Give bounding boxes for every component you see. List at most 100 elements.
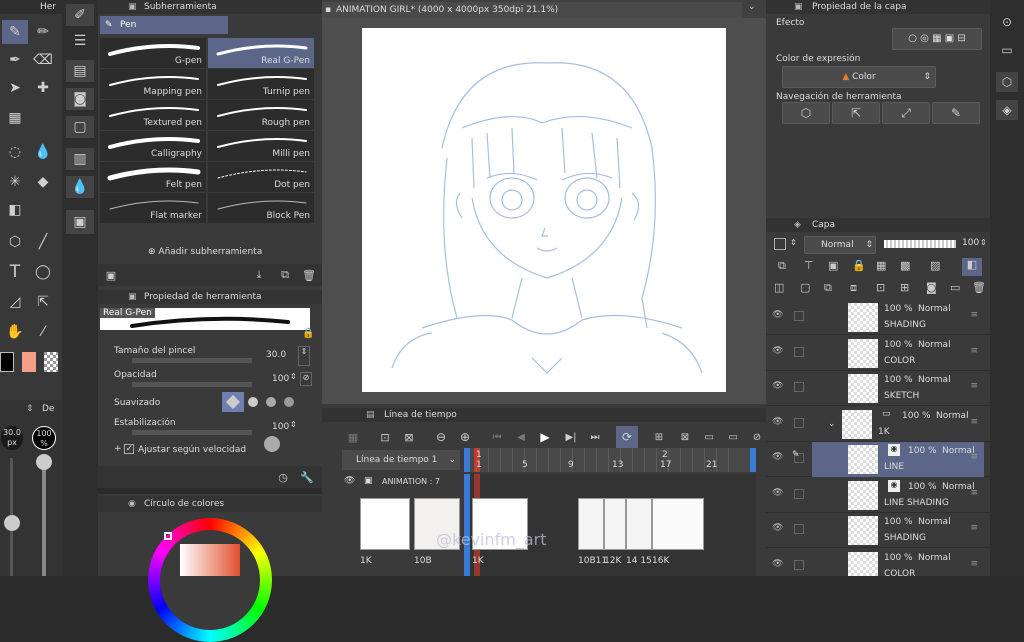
opacity-stepper[interactable]: ⇕: [290, 372, 297, 381]
layer-lock-box[interactable]: [774, 238, 786, 250]
brush-item[interactable]: Mapping pen: [100, 69, 206, 99]
material-icon[interactable]: ◙: [66, 88, 94, 110]
layer-icon[interactable]: ▤: [66, 60, 94, 82]
new-timeline-icon[interactable]: ▦: [344, 428, 362, 446]
nav-object-icon[interactable]: ⬡: [782, 102, 830, 124]
pencil-tool-icon[interactable]: ✏: [30, 20, 56, 44]
folder-icon[interactable]: ▥: [66, 148, 94, 170]
brush-item[interactable]: Turnip pen: [208, 69, 314, 99]
ruler-icon[interactable]: ◿: [2, 290, 28, 314]
expression-select[interactable]: ▲ Color ⇕: [782, 66, 936, 88]
link-icon[interactable]: ▭: [950, 281, 960, 294]
stabilization-field[interactable]: 100: [272, 422, 289, 432]
delete-layer-icon[interactable]: 🗑: [972, 281, 986, 294]
opacity-pressure-icon[interactable]: ⊘: [300, 372, 312, 386]
canvas-tab-chevron-icon[interactable]: ⌄: [748, 2, 756, 12]
transparent-color-swatch[interactable]: [44, 352, 58, 372]
blend-icon[interactable]: 💧: [30, 140, 56, 164]
layer-drag-handle-icon[interactable]: ≡: [970, 346, 978, 356]
loop-icon[interactable]: ⟳: [616, 426, 638, 448]
layer-row[interactable]: 👁 ◉ 100 % Normal LINE SHADING ≡: [766, 478, 990, 513]
new-folder-icon[interactable]: ⧈: [850, 281, 857, 295]
reference-icon[interactable]: ⊤: [804, 259, 814, 272]
frame-ruler[interactable]: 1 2 1 5 9 13 17 21: [464, 448, 756, 472]
gradient-icon[interactable]: ◧: [2, 198, 28, 222]
layer-opacity-value[interactable]: 100: [962, 238, 979, 248]
sub-color-swatch[interactable]: [22, 352, 36, 372]
stabilization-bar[interactable]: [132, 430, 252, 435]
layer-drag-handle-icon[interactable]: ≡: [970, 381, 978, 391]
layer-checkbox[interactable]: [794, 488, 804, 499]
layer-row[interactable]: 👁 ✎ ◉ 100 % Normal LINE ≡: [766, 442, 990, 477]
eyedropper-icon[interactable]: ⁄: [30, 320, 56, 344]
subtool-settings-icon[interactable]: ▣: [102, 266, 120, 284]
nav-pen-icon[interactable]: ✎: [932, 102, 980, 124]
size-panel-tab[interactable]: De: [42, 404, 54, 414]
cel-specify-icon[interactable]: ⊠: [400, 428, 418, 446]
size-slider-knob[interactable]: [4, 515, 20, 531]
brush-item[interactable]: Flat marker: [100, 193, 206, 223]
fountain-pen-icon[interactable]: ✒: [2, 48, 28, 72]
first-frame-icon[interactable]: ⏮: [488, 428, 506, 446]
layer-eye-icon[interactable]: 👁: [772, 559, 783, 569]
layer-row[interactable]: 👁 100 % Normal SHADING ≡: [766, 300, 990, 335]
layer-row[interactable]: 👁 100 % Normal COLOR ≡: [766, 549, 990, 576]
brush-item[interactable]: Milli pen: [208, 131, 314, 161]
operation-icon[interactable]: ⇱: [30, 290, 56, 314]
main-color-swatch[interactable]: [0, 352, 14, 372]
brush-size-bar[interactable]: [132, 358, 252, 363]
new-vector-icon[interactable]: ⧉: [824, 281, 832, 295]
line-tool-icon[interactable]: ╱: [30, 230, 56, 254]
subtool-group-tab[interactable]: ✎ Pen: [100, 16, 228, 34]
cel-thumb-1[interactable]: [360, 498, 410, 550]
mask-icon[interactable]: ▩: [900, 259, 910, 272]
smoothing-option-4[interactable]: [284, 397, 294, 407]
brush-size-stepper[interactable]: ⇕: [298, 346, 310, 366]
ruler-layer-icon[interactable]: ▨: [930, 259, 940, 272]
timeline-name-select[interactable]: Línea de tiempo 1 ⌄: [342, 450, 460, 470]
brush-icon[interactable]: ✐: [66, 4, 94, 26]
opacity-field[interactable]: 100: [272, 374, 289, 384]
lock-icon[interactable]: 🔒: [302, 328, 314, 339]
layer-checkbox[interactable]: [794, 346, 804, 357]
hue-marker[interactable]: [164, 532, 172, 540]
balloon-icon[interactable]: ◯: [30, 260, 56, 284]
opacity-slider-track[interactable]: [42, 458, 46, 576]
brush-item[interactable]: Block Pen: [208, 193, 314, 223]
cel-thumb-7[interactable]: [652, 498, 704, 550]
canvas-tab[interactable]: ▪ ANIMATION GIRL* (4000 x 4000px 350dpi …: [322, 2, 742, 18]
layer-drag-handle-icon[interactable]: ≡: [970, 452, 978, 462]
last-frame-icon[interactable]: ⏭: [586, 428, 604, 446]
eraser-icon[interactable]: ⌫: [30, 48, 56, 72]
smoothing-option-2[interactable]: [248, 397, 258, 407]
merge-icon[interactable]: ⊞: [900, 281, 909, 294]
magic-wand-icon[interactable]: ✳: [2, 170, 28, 194]
zoom-out-icon[interactable]: ⊖: [432, 428, 450, 446]
nav-operation-icon[interactable]: ⇱: [832, 102, 880, 124]
layer-drag-handle-icon[interactable]: ≡: [970, 310, 978, 320]
cel-thumb-4[interactable]: [578, 498, 604, 550]
layer-transfer-icon[interactable]: ⊡: [876, 281, 885, 294]
brush-item[interactable]: Calligraphy: [100, 131, 206, 161]
play-icon[interactable]: ▶: [536, 428, 554, 446]
brush-item[interactable]: Rough pen: [208, 100, 314, 130]
saturation-square[interactable]: [180, 544, 240, 576]
duplicate-icon[interactable]: ⧉: [276, 266, 294, 284]
mask-add-icon[interactable]: ◙: [926, 281, 937, 294]
brush-size-field[interactable]: 30.0: [266, 350, 286, 360]
light-table-icon[interactable]: ▭: [724, 428, 742, 446]
layer-checkbox[interactable]: [794, 524, 804, 534]
lock-alpha-icon[interactable]: ▦: [876, 259, 886, 272]
opacity-slider-knob[interactable]: [36, 454, 52, 470]
lock-layer-icon[interactable]: 🔒: [852, 259, 866, 272]
pen-tool-icon[interactable]: ✎: [2, 20, 28, 44]
frame-settings-icon[interactable]: ⊡: [376, 428, 394, 446]
layer-eye-icon[interactable]: 👁: [772, 452, 783, 462]
layer-color-icon[interactable]: ◧: [962, 258, 982, 276]
prev-frame-icon[interactable]: ◀: [512, 428, 530, 446]
layer-eye-icon[interactable]: 👁: [772, 417, 783, 427]
layer-checkbox[interactable]: [794, 417, 804, 428]
layer-row[interactable]: 👁 ⌄ ▭ 100 % Normal 1K ≡: [766, 407, 990, 442]
cel-thumb-5[interactable]: [604, 498, 626, 550]
sub-view-icon[interactable]: ▭: [996, 40, 1018, 60]
